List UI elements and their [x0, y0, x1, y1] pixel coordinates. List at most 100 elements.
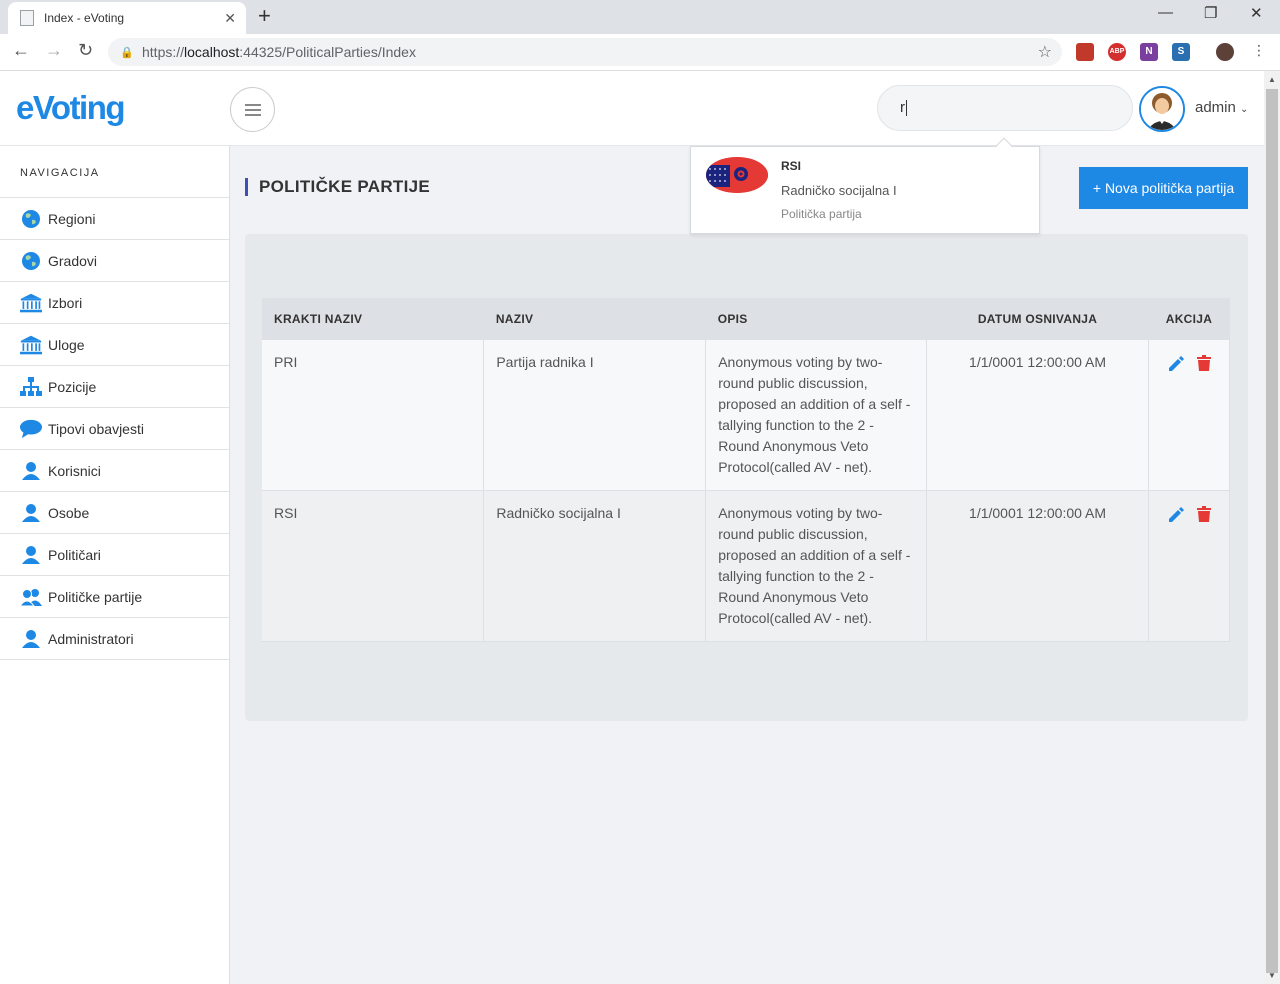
- sidebar-item-label: Administratori: [48, 630, 134, 647]
- sidebar-item-label: Pozicije: [48, 378, 97, 395]
- edit-icon[interactable]: [1167, 506, 1185, 530]
- speech-bubble-icon: [20, 418, 42, 440]
- sidebar-item-label: Regioni: [48, 210, 96, 227]
- search-input[interactable]: r: [877, 85, 1133, 131]
- user-icon: [20, 460, 42, 482]
- sidebar: NAVIGACIJA Regioni Gradovi Izbori Uloge …: [0, 146, 230, 984]
- sidebar-item-label: Uloge: [48, 336, 85, 353]
- app-header: eVoting r admin ⌄: [0, 71, 1264, 146]
- result-name: Radničko socijalna I: [781, 183, 897, 198]
- cell-date: 1/1/0001 12:00:00 AM: [926, 490, 1149, 642]
- scroll-down-icon[interactable]: ▼: [1268, 971, 1276, 980]
- user-icon: [20, 502, 42, 524]
- page-favicon-icon: [20, 10, 34, 26]
- scrollbar-thumb[interactable]: [1266, 89, 1278, 973]
- new-party-button[interactable]: + Nova politička partija: [1079, 167, 1248, 209]
- search-results-dropdown[interactable]: RSI Radničko socijalna I Politička parti…: [690, 137, 1040, 234]
- user-icon: [20, 628, 42, 650]
- tab-title: Index - eVoting: [44, 11, 125, 25]
- forward-icon[interactable]: →: [45, 40, 63, 61]
- institution-icon: [20, 334, 42, 356]
- column-header-short-name[interactable]: KRAKTI NAZIV: [262, 298, 484, 340]
- extension-onenote-icon[interactable]: N: [1140, 43, 1158, 61]
- sidebar-item-label: Osobe: [48, 504, 90, 521]
- user-icon: [20, 544, 42, 566]
- browser-tab[interactable]: Index - eVoting ✕: [8, 2, 246, 34]
- window-close-icon[interactable]: ✕: [1250, 4, 1263, 22]
- browser-toolbar: ← → ↻ 🔒 https://localhost:44325/Politica…: [0, 34, 1280, 71]
- sidebar-item-label: Gradovi: [48, 252, 98, 269]
- table-card: KRAKTI NAZIV NAZIV OPIS DATUM OSNIVANJA …: [245, 234, 1248, 721]
- chevron-down-icon: ⌄: [1240, 104, 1249, 115]
- sidebar-item-korisnici[interactable]: Korisnici: [0, 450, 229, 492]
- address-bar[interactable]: 🔒 https://localhost:44325/PoliticalParti…: [108, 38, 1062, 66]
- bookmark-star-icon[interactable]: ☆: [1038, 42, 1052, 62]
- users-icon: [20, 586, 42, 608]
- sidebar-item-label: Izbori: [48, 294, 83, 311]
- sidebar-item-label: Korisnici: [48, 462, 101, 479]
- sidebar-item-gradovi[interactable]: Gradovi: [0, 240, 229, 282]
- browser-menu-icon[interactable]: ⋮: [1252, 42, 1266, 59]
- cell-actions: [1148, 340, 1231, 491]
- table-row: PRI Partija radnika I Anonymous voting b…: [262, 340, 1231, 491]
- column-header-name[interactable]: NAZIV: [483, 298, 706, 340]
- sidebar-item-politicari[interactable]: Političari: [0, 534, 229, 576]
- extension-s-icon[interactable]: S: [1172, 43, 1190, 61]
- column-header-actions: AKCIJA: [1148, 298, 1230, 340]
- cell-description: Anonymous voting by two-round public dis…: [705, 340, 928, 491]
- reload-icon[interactable]: ↻: [78, 40, 93, 61]
- sidebar-item-regioni[interactable]: Regioni: [0, 198, 229, 240]
- sidebar-item-tipovi-obavjesti[interactable]: Tipovi obavjesti: [0, 408, 229, 450]
- sidebar-item-politicke-partije[interactable]: Političke partije: [0, 576, 229, 618]
- cell-description: Anonymous voting by two-round public dis…: [705, 490, 928, 642]
- delete-icon[interactable]: [1196, 355, 1211, 379]
- page-scrollbar[interactable]: ▲ ▼: [1264, 71, 1280, 984]
- extension-adblock-icon[interactable]: ABP: [1108, 43, 1126, 61]
- cell-actions: [1148, 490, 1231, 642]
- globe-icon: [20, 208, 42, 230]
- sidebar-item-pozicije[interactable]: Pozicije: [0, 366, 229, 408]
- back-icon[interactable]: ←: [12, 40, 30, 61]
- institution-icon: [20, 292, 42, 314]
- minimize-icon[interactable]: —: [1158, 4, 1173, 21]
- sidebar-item-label: Političari: [48, 546, 101, 563]
- menu-toggle-icon[interactable]: [230, 87, 275, 132]
- new-tab-icon[interactable]: +: [258, 4, 271, 28]
- table-row: RSI Radničko socijalna I Anonymous votin…: [262, 490, 1231, 642]
- scroll-up-icon[interactable]: ▲: [1268, 75, 1276, 84]
- browser-tab-bar: Index - eVoting ✕ + — ❐ ✕: [0, 0, 1280, 34]
- restore-icon[interactable]: ❐: [1204, 4, 1217, 22]
- sidebar-item-uloge[interactable]: Uloge: [0, 324, 229, 366]
- globe-icon: [20, 250, 42, 272]
- user-menu[interactable]: admin ⌄: [1195, 99, 1248, 116]
- delete-icon[interactable]: [1196, 506, 1211, 530]
- lock-icon: 🔒: [120, 47, 134, 59]
- main-content: POLITIČKE PARTIJE + Nova politička parti…: [230, 146, 1264, 984]
- cell-short-name: RSI: [262, 490, 485, 642]
- page-title: POLITIČKE PARTIJE: [245, 178, 430, 196]
- tab-close-icon[interactable]: ✕: [224, 10, 236, 27]
- profile-avatar-icon[interactable]: [1216, 43, 1234, 61]
- sidebar-heading: NAVIGACIJA: [0, 146, 229, 198]
- sitemap-icon: [20, 376, 42, 398]
- cell-name: Partija radnika I: [483, 340, 707, 491]
- sidebar-item-izbori[interactable]: Izbori: [0, 282, 229, 324]
- result-type: Politička partija: [781, 207, 862, 221]
- result-code: RSI: [781, 159, 802, 173]
- column-header-date[interactable]: DATUM OSNIVANJA: [926, 298, 1149, 340]
- cell-short-name: PRI: [262, 340, 485, 491]
- sidebar-item-label: Političke partije: [48, 588, 143, 605]
- url-text: https://localhost:44325/PoliticalParties…: [142, 44, 416, 60]
- edit-icon[interactable]: [1167, 355, 1185, 379]
- extension-book-icon[interactable]: [1076, 43, 1094, 61]
- parties-table: KRAKTI NAZIV NAZIV OPIS DATUM OSNIVANJA …: [262, 298, 1231, 642]
- sidebar-item-osobe[interactable]: Osobe: [0, 492, 229, 534]
- sidebar-item-administratori[interactable]: Administratori: [0, 618, 229, 660]
- brand-logo[interactable]: eVoting: [16, 89, 126, 127]
- cell-name: Radničko socijalna I: [483, 490, 707, 642]
- avatar[interactable]: [1139, 86, 1185, 132]
- column-header-description[interactable]: OPIS: [705, 298, 927, 340]
- cell-date: 1/1/0001 12:00:00 AM: [926, 340, 1149, 491]
- sidebar-item-label: Tipovi obavjesti: [48, 420, 144, 437]
- party-logo: [706, 157, 768, 193]
